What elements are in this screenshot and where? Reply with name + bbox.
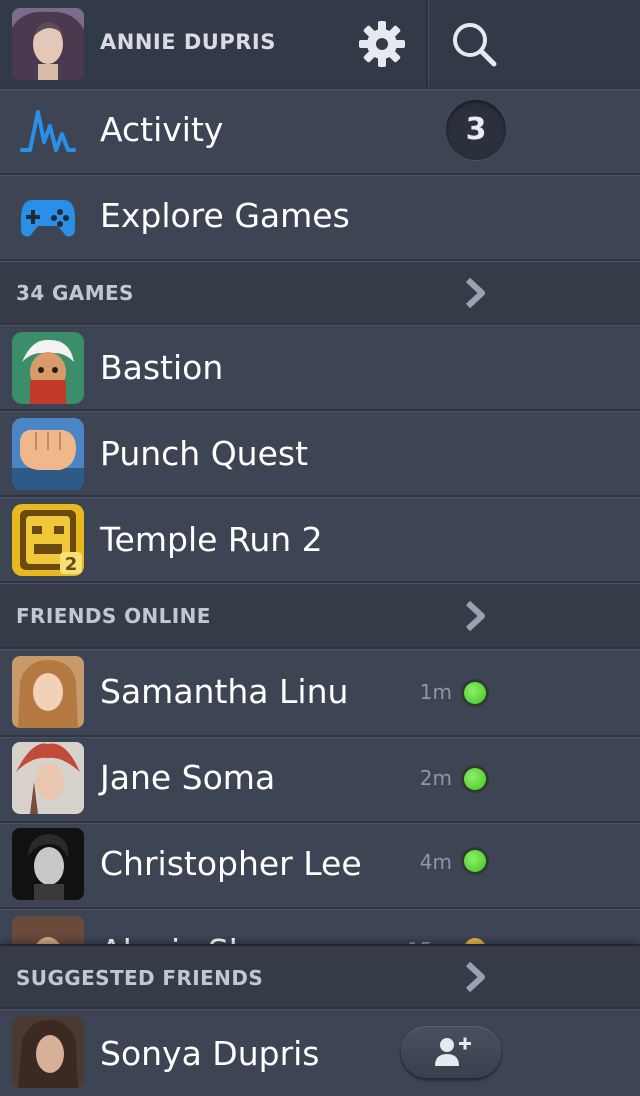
friend-name: Christopher Lee: [100, 844, 362, 883]
friend-name: Jane Soma: [100, 758, 276, 797]
friend-avatar: [12, 742, 84, 814]
section-suggested-title: SUGGESTED FRIENDS: [16, 966, 264, 990]
search-icon[interactable]: [450, 20, 498, 68]
section-suggested-friends-header[interactable]: SUGGESTED FRIENDS: [0, 946, 640, 1008]
divider: [0, 409, 640, 412]
svg-text:2: 2: [65, 554, 78, 575]
game-name: Bastion: [100, 348, 224, 387]
nav-activity[interactable]: Activity: [0, 90, 640, 174]
nav-explore-games[interactable]: Explore Games: [0, 176, 640, 260]
section-games-title: 34 GAMES: [16, 281, 134, 305]
nav-activity-label: Activity: [100, 110, 224, 149]
section-friends-title: FRIENDS ONLINE: [16, 604, 211, 628]
game-name: Punch Quest: [100, 434, 309, 473]
section-friends-online-header[interactable]: FRIENDS ONLINE: [0, 584, 640, 648]
suggested-row-sonya-dupris[interactable]: Sonya Dupris: [0, 1010, 640, 1096]
online-status-icon: [464, 850, 486, 872]
section-games-header[interactable]: 34 GAMES: [0, 262, 640, 324]
friend-name: Samantha Linu: [100, 672, 349, 711]
divider: [0, 259, 640, 262]
online-status-icon: [464, 682, 486, 704]
add-friend-button[interactable]: [401, 1026, 501, 1078]
divider: [0, 735, 640, 738]
add-friend-icon: [435, 1037, 471, 1066]
friend-avatar: [12, 916, 84, 946]
last-seen-time: 2m: [419, 766, 452, 790]
temple-run-2-game-icon: 2: [12, 504, 84, 576]
nav-explore-label: Explore Games: [100, 196, 350, 235]
divider: [0, 1007, 640, 1010]
divider: [0, 323, 640, 326]
chevron-right-icon: [462, 599, 488, 633]
chevron-right-icon: [462, 960, 488, 994]
username-label[interactable]: ANNIE DUPRIS: [100, 30, 276, 54]
bastion-game-icon: [12, 332, 84, 404]
punch-quest-game-icon: [12, 418, 84, 490]
game-name: Temple Run 2: [100, 520, 323, 559]
friend-avatar: [12, 828, 84, 900]
last-seen-time: 4m: [419, 850, 452, 874]
chevron-right-icon: [462, 276, 488, 310]
friend-avatar: [12, 1016, 84, 1088]
gamepad-icon: [20, 196, 76, 244]
game-row-bastion[interactable]: Bastion: [0, 326, 640, 410]
game-row-punch-quest[interactable]: Punch Quest: [0, 412, 640, 496]
activity-pulse-icon: [20, 106, 76, 162]
divider: [0, 581, 640, 584]
friend-row-partial[interactable]: Alexis Sh... 15m: [0, 910, 640, 946]
divider: [0, 495, 640, 498]
divider: [0, 173, 640, 176]
header-separator: [426, 0, 429, 88]
friend-row-samantha-linu[interactable]: Samantha Linu 1m: [0, 650, 640, 734]
divider: [0, 87, 640, 90]
friend-avatar: [12, 656, 84, 728]
game-row-temple-run-2[interactable]: 2 Temple Run 2: [0, 498, 640, 582]
online-status-icon: [464, 768, 486, 790]
activity-badge: 3: [446, 100, 506, 160]
divider: [0, 647, 640, 650]
divider: [0, 907, 640, 910]
gear-icon[interactable]: [356, 18, 408, 70]
friend-row-christopher-lee[interactable]: Christopher Lee 4m: [0, 824, 640, 908]
friend-name: Sonya Dupris: [100, 1034, 320, 1073]
last-seen-time: 1m: [419, 680, 452, 704]
friend-row-jane-soma[interactable]: Jane Soma 2m: [0, 738, 640, 820]
divider: [0, 821, 640, 824]
app-header: ANNIE DUPRIS: [0, 0, 640, 88]
user-avatar[interactable]: [12, 8, 84, 80]
